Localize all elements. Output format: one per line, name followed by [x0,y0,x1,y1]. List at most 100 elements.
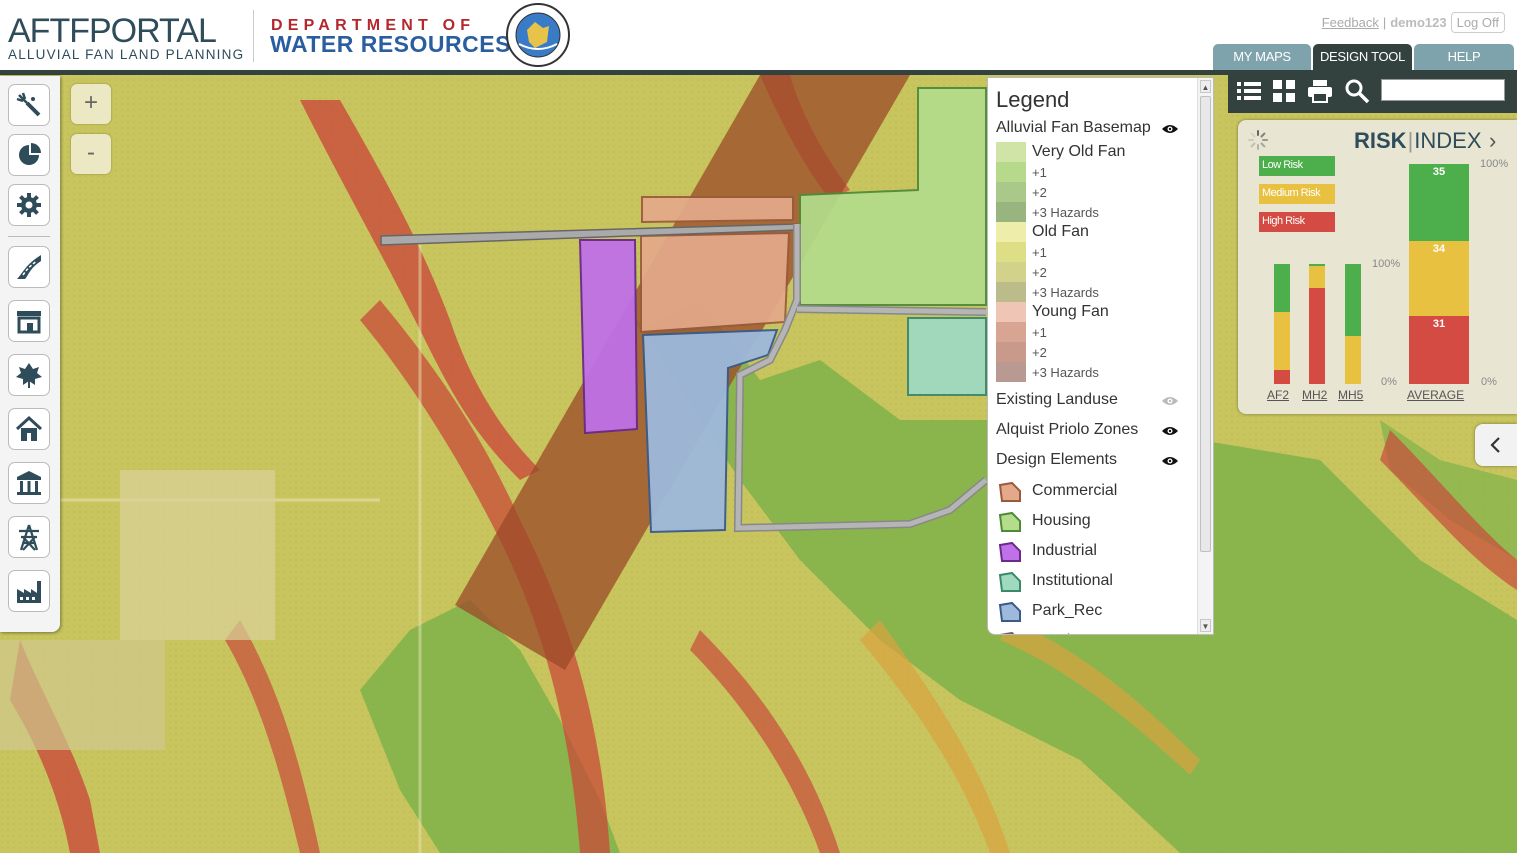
legend-scrollbar[interactable]: ▲ ▼ [1197,78,1213,634]
gear-icon [17,193,41,217]
risk-title: RISK|INDEX [1354,128,1482,154]
bars-pct-0: 0% [1381,376,1397,388]
design-element-label: Commercial [1032,482,1118,499]
app-header: AFTFPORTAL ALLUVIAL FAN LAND PLANNING DE… [0,0,1517,70]
chart-tool-button[interactable] [8,134,50,176]
commercial-tool-button[interactable] [8,300,50,342]
loading-spinner-icon [1248,130,1268,150]
risk-title-index: INDEX [1414,128,1482,153]
layer-alquist-label: Alquist Priolo Zones [996,421,1139,438]
tab-my-maps[interactable]: MY MAPS [1213,44,1311,70]
bar-segment-medium [1345,336,1361,384]
legend-swatch [996,242,1026,262]
design-element-label: Housing [1032,512,1091,529]
zoom-in-button[interactable]: + [71,84,111,124]
zoom-out-button[interactable]: - [71,134,111,174]
username: demo123 [1390,15,1447,30]
grid-icon[interactable] [1271,78,1297,104]
utility-tool-button[interactable] [8,516,50,558]
tab-help[interactable]: HELP [1414,44,1514,70]
institutional-tool-button[interactable] [8,462,50,504]
commercial-polygon-icon [998,481,1021,502]
legend-swatch-label: +2 [1032,265,1047,280]
logoff-button[interactable]: Log Off [1450,12,1505,33]
legend-swatch-label: +1 [1032,165,1047,180]
risk-bar-label[interactable]: MH2 [1302,388,1327,402]
scroll-up-arrow-icon[interactable]: ▲ [1200,80,1211,93]
risk-bar-mh2[interactable] [1309,264,1325,384]
legend-swatch [996,322,1026,342]
legend-swatch [996,222,1026,242]
select-tool-button[interactable] [8,84,50,126]
legend-swatch [996,182,1026,202]
legend-title: Legend [996,87,1070,112]
institutional-icon [17,471,41,495]
risk-bar-af2[interactable] [1274,264,1290,384]
list-icon[interactable] [1236,78,1262,104]
bar-segment-low [1345,264,1361,336]
risk-bar-mh5[interactable] [1345,264,1361,384]
tab-design-tool[interactable]: DESIGN TOOL [1313,44,1412,70]
legend-swatch-label: +2 [1032,345,1047,360]
legend-swatch [996,282,1026,302]
institutional-polygon-icon [998,571,1021,592]
industrial-tool-button[interactable] [8,570,50,612]
search-icon[interactable] [1344,78,1370,104]
feedback-link[interactable]: Feedback [1322,15,1379,30]
park-icon [16,363,42,388]
search-input[interactable] [1381,79,1505,101]
layer-landuse-label: Existing Landuse [996,391,1118,408]
design-visibility-eye-icon[interactable] [1161,455,1179,467]
brand-subtitle: ALLUVIAL FAN LAND PLANNING [8,47,245,62]
basemap-visibility-eye-icon[interactable] [1161,123,1179,135]
layer-basemap-label: Alluvial Fan Basemap [996,119,1151,136]
park-tool-button[interactable] [8,354,50,396]
legend-swatch [996,202,1026,222]
print-icon[interactable] [1307,78,1333,104]
brand-title[interactable]: AFTFPORTAL [8,12,217,51]
risk-index-panel: RISK|INDEX › Low Risk Medium Risk High Ris… [1238,120,1517,414]
legend-swatch-label: +3 Hazards [1032,365,1099,380]
layer-design-label: Design Elements [996,451,1117,468]
side-panel-toggle[interactable] [1475,424,1517,466]
avg-pct-100: 100% [1480,158,1509,170]
risk-key-medium-risk: Medium Risk [1259,184,1335,204]
housing-tool-button[interactable] [8,408,50,450]
scroll-down-arrow-icon[interactable]: ▼ [1200,619,1211,632]
chevron-right-icon[interactable]: › [1489,128,1496,154]
road-polygon-icon [999,631,1015,634]
legend-swatch [996,162,1026,182]
toolbar-separator [8,236,50,237]
risk-average-label[interactable]: AVERAGE [1407,388,1464,402]
bar-segment-high [1274,369,1290,384]
legend-swatch-label: Very Old Fan [1032,143,1126,160]
industrial-polygon-icon [998,541,1021,562]
bar-segment-low [1274,264,1290,312]
dwr-line2: WATER RESOURCES [270,31,511,57]
risk-title-risk: RISK [1354,128,1407,153]
select-icon [16,92,41,117]
risk-title-bar: | [1407,128,1414,153]
settings-tool-button[interactable] [8,184,50,226]
industrial-icon [17,581,41,603]
pie-chart-icon [19,143,41,165]
road-icon [17,255,41,279]
header-divider [253,10,254,62]
risk-key-high-risk: High Risk [1259,212,1335,232]
design-element-label: Industrial [1032,542,1097,559]
risk-bar-label[interactable]: AF2 [1267,388,1289,402]
risk-bar-average[interactable]: 35 34 31 [1409,164,1469,384]
scroll-thumb[interactable] [1200,96,1211,552]
avg-value-label: 31 [1432,317,1446,330]
app-root: AFTFPORTAL ALLUVIAL FAN LAND PLANNING DE… [0,0,1517,853]
legend-swatch-label: Old Fan [1032,223,1089,240]
road-tool-button[interactable] [8,246,50,288]
avg-pct-0: 0% [1481,376,1497,388]
legend-panel: Legend Alluvial Fan Basemap Very Old Fan… [987,77,1214,635]
risk-bar-label[interactable]: MH5 [1338,388,1363,402]
landuse-visibility-eye-icon[interactable] [1161,395,1179,407]
legend-swatch-label: +2 [1032,185,1047,200]
legend-swatch [996,362,1026,382]
alquist-visibility-eye-icon[interactable] [1161,425,1179,437]
bars-pct-100: 100% [1372,258,1401,270]
